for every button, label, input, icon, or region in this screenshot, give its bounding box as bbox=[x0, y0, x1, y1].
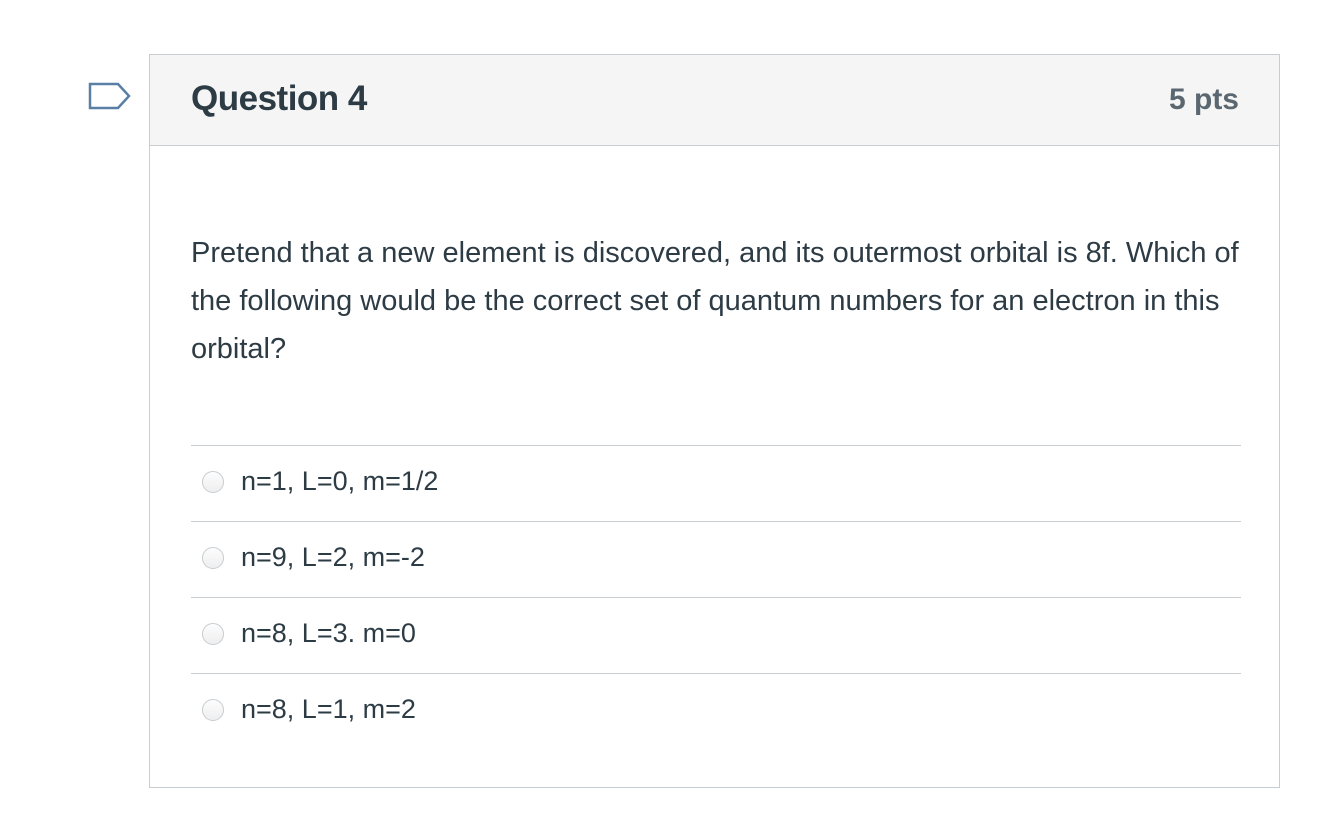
radio-button[interactable] bbox=[202, 547, 224, 569]
question-header: Question 4 5 pts bbox=[150, 55, 1279, 146]
answer-option[interactable]: n=8, L=3. m=0 bbox=[191, 597, 1241, 673]
question-title: Question 4 bbox=[191, 79, 367, 118]
radio-button[interactable] bbox=[202, 699, 224, 721]
answer-label[interactable]: n=8, L=1, m=2 bbox=[241, 694, 416, 725]
flag-question-icon[interactable] bbox=[88, 82, 132, 114]
answer-option[interactable]: n=1, L=0, m=1/2 bbox=[191, 445, 1241, 521]
question-text: Pretend that a new element is discovered… bbox=[191, 237, 1239, 365]
question-card: Question 4 5 pts Pretend that a new elem… bbox=[149, 54, 1280, 788]
answer-label[interactable]: n=9, L=2, m=-2 bbox=[241, 542, 425, 573]
question-points: 5 pts bbox=[1168, 83, 1239, 116]
answer-option[interactable]: n=8, L=1, m=2 bbox=[191, 673, 1241, 749]
answer-option[interactable]: n=9, L=2, m=-2 bbox=[191, 521, 1241, 597]
answer-label[interactable]: n=1, L=0, m=1/2 bbox=[241, 466, 438, 497]
answer-list: n=1, L=0, m=1/2 n=9, L=2, m=-2 n=8, L=3.… bbox=[191, 445, 1241, 749]
radio-button[interactable] bbox=[202, 623, 224, 645]
radio-button[interactable] bbox=[202, 471, 224, 493]
answer-label[interactable]: n=8, L=3. m=0 bbox=[241, 618, 416, 649]
